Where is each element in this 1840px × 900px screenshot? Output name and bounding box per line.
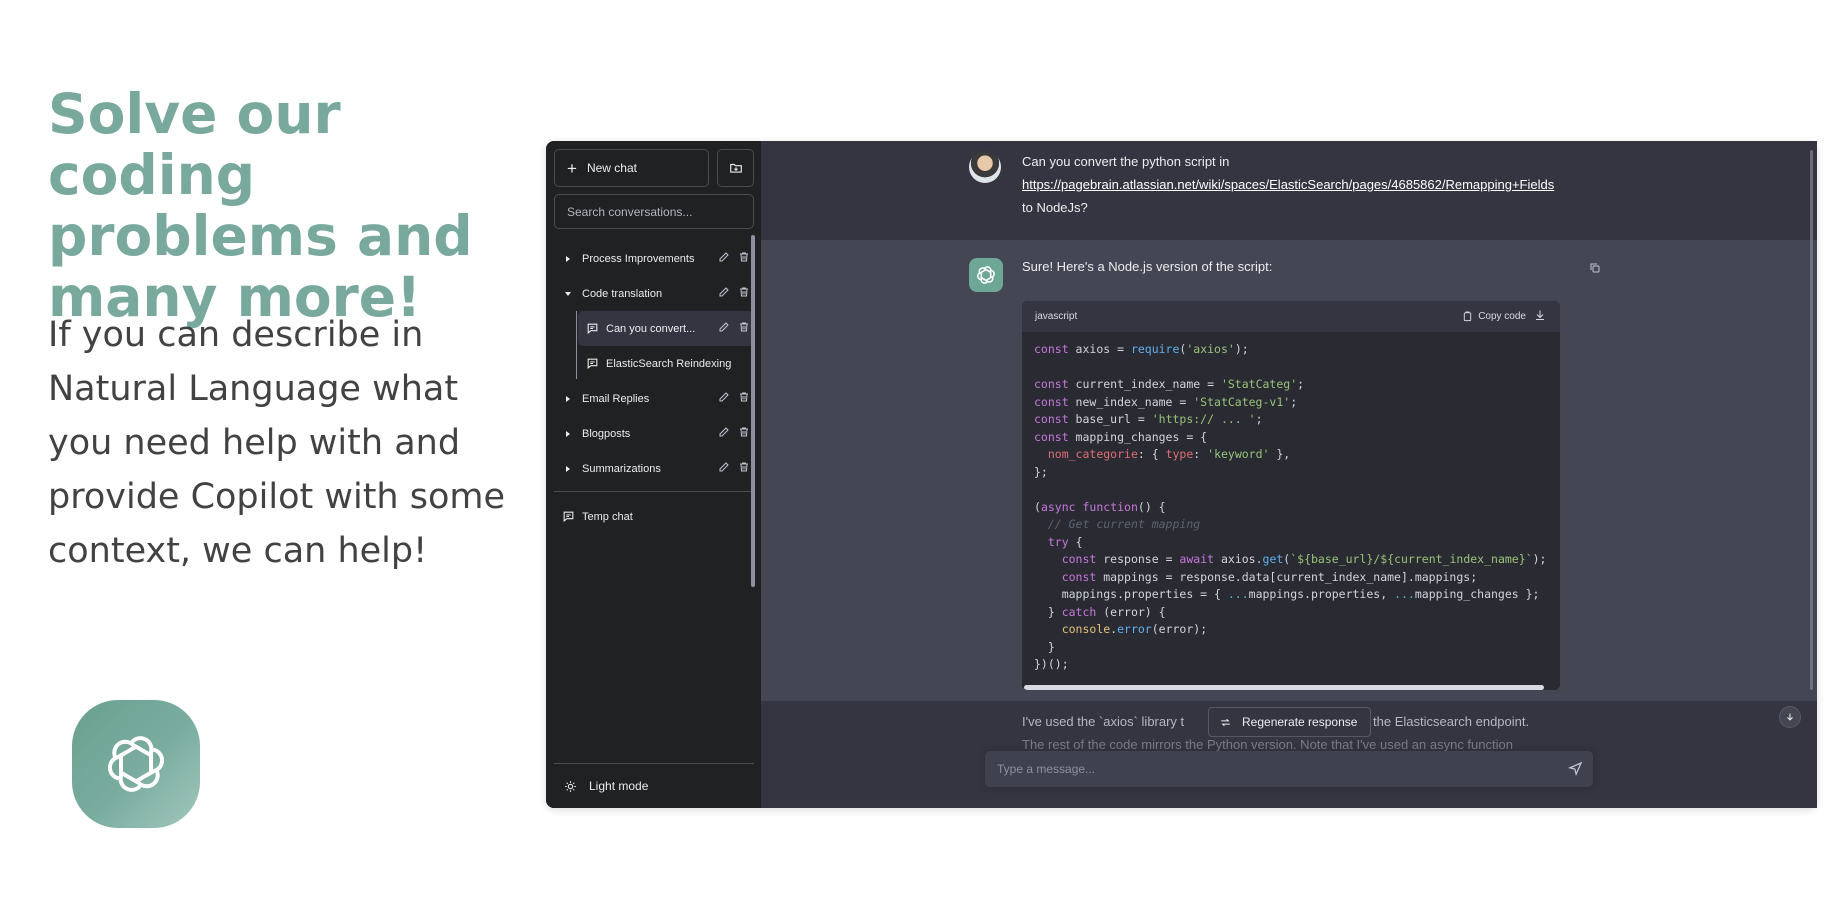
chat-bubble-icon: [578, 357, 606, 370]
trash-icon[interactable]: [738, 321, 750, 336]
sidebar-scrollbar[interactable]: [751, 235, 755, 587]
trash-icon[interactable]: [738, 251, 750, 266]
trash-icon[interactable]: [738, 461, 750, 476]
assistant-avatar: [969, 258, 1003, 292]
folder-label: Code translation: [582, 287, 663, 300]
copy-code-button[interactable]: Copy code: [1462, 311, 1526, 322]
page: Solve our coding problems and many more!…: [0, 0, 1840, 900]
folder-process-improvements[interactable]: Process Improvements: [554, 241, 754, 276]
folder-tree: Process Improvements Code translation Ca…: [554, 241, 754, 486]
trash-icon[interactable]: [738, 426, 750, 441]
download-icon[interactable]: [1534, 309, 1546, 324]
temp-chat-label: Temp chat: [582, 510, 633, 523]
edit-icon[interactable]: [718, 391, 730, 406]
confluence-link[interactable]: https://pagebrain.atlassian.net/wiki/spa…: [1022, 177, 1554, 192]
send-button[interactable]: [1567, 761, 1583, 781]
conversation-label: ElasticSearch Reindexing: [606, 357, 732, 370]
copy-icon: [1590, 263, 1600, 273]
regenerate-response-button[interactable]: Regenerate response: [1208, 707, 1371, 737]
user-message-suffix: to NodeJs?: [1022, 200, 1088, 215]
edit-icon[interactable]: [718, 426, 730, 441]
code-language-label: javascript: [1035, 311, 1078, 322]
new-chat-label: New chat: [586, 161, 637, 175]
light-mode-button[interactable]: Light mode: [554, 771, 754, 801]
chat-bubble-icon: [578, 322, 606, 335]
message-input[interactable]: [985, 751, 1545, 787]
openai-logo-icon: [977, 266, 995, 284]
folder-label: Email Replies: [582, 392, 650, 405]
edit-icon[interactable]: [718, 461, 730, 476]
folder-email-replies[interactable]: Email Replies: [554, 381, 754, 416]
user-message: Can you convert the python script in htt…: [1022, 150, 1567, 219]
copy-message-button[interactable]: [1589, 261, 1601, 279]
folder-blogposts[interactable]: Blogposts: [554, 416, 754, 451]
caret-right-icon[interactable]: [554, 430, 582, 438]
caret-right-icon[interactable]: [554, 255, 582, 263]
code-horizontal-scrollbar[interactable]: [1024, 685, 1544, 690]
light-mode-label: Light mode: [589, 779, 649, 793]
temp-chat-item[interactable]: Temp chat: [554, 499, 754, 534]
sidebar-divider: [554, 491, 754, 492]
clipboard-icon: [1464, 311, 1472, 322]
edit-icon[interactable]: [718, 251, 730, 266]
code-block-header: javascript Copy code: [1022, 301, 1560, 332]
plus-icon: +: [567, 158, 577, 178]
user-avatar: [969, 151, 1001, 183]
sun-icon: [565, 780, 576, 792]
edit-icon[interactable]: [718, 321, 730, 336]
caret-right-icon[interactable]: [554, 395, 582, 403]
followup-text-part2: o the Elasticsearch endpoint.: [1362, 714, 1530, 729]
refresh-icon: [1221, 718, 1230, 726]
message-input-container: [985, 751, 1593, 787]
trash-icon[interactable]: [738, 286, 750, 301]
conversation-item[interactable]: ElasticSearch Reindexing: [554, 346, 754, 381]
folder-label: Blogposts: [582, 427, 631, 440]
folder-code-translation[interactable]: Code translation: [554, 276, 754, 311]
code-block: javascript Copy code const axios = requi…: [1022, 301, 1560, 690]
followup-text-part1: I've used the `axios` library t: [1022, 714, 1185, 729]
caret-down-icon[interactable]: [554, 290, 582, 298]
conversation-item-active[interactable]: Can you convert...: [578, 311, 754, 346]
trash-icon[interactable]: [738, 391, 750, 406]
folder-summarizations[interactable]: Summarizations: [554, 451, 754, 486]
send-icon: [1567, 761, 1583, 777]
sidebar-bottom-divider: [554, 763, 754, 764]
regenerate-label: Regenerate response: [1242, 715, 1358, 729]
edit-icon[interactable]: [718, 286, 730, 301]
copy-code-label: Copy code: [1478, 311, 1526, 322]
code-content: const axios = require('axios'); const cu…: [1022, 332, 1560, 690]
openai-logo-icon: [72, 700, 200, 828]
chat-bubble-icon: [554, 510, 582, 523]
search-conversations-input[interactable]: [554, 194, 754, 229]
chat-scrollbar[interactable]: [1810, 150, 1813, 690]
followup-text-part3: The rest of the code mirrors the Python …: [1022, 737, 1513, 752]
new-chat-button[interactable]: + New chat: [554, 149, 709, 187]
new-folder-button[interactable]: [717, 149, 754, 187]
scroll-to-bottom-button[interactable]: [1779, 706, 1801, 728]
folder-label: Process Improvements: [582, 252, 695, 265]
hero-description: If you can describe in Natural Language …: [48, 315, 505, 571]
new-folder-icon: [729, 163, 742, 173]
hero-title: Solve our coding problems and many more!: [48, 82, 473, 329]
user-message-text: Can you convert the python script in: [1022, 154, 1230, 169]
folder-label: Summarizations: [582, 462, 661, 475]
assistant-intro-text: Sure! Here's a Node.js version of the sc…: [1022, 259, 1273, 274]
sidebar: + New chat Process Improvements Code tra…: [546, 141, 761, 808]
arrow-down-icon: [1787, 713, 1793, 721]
caret-right-icon[interactable]: [554, 465, 582, 473]
conversation-label: Can you convert...: [606, 322, 696, 335]
